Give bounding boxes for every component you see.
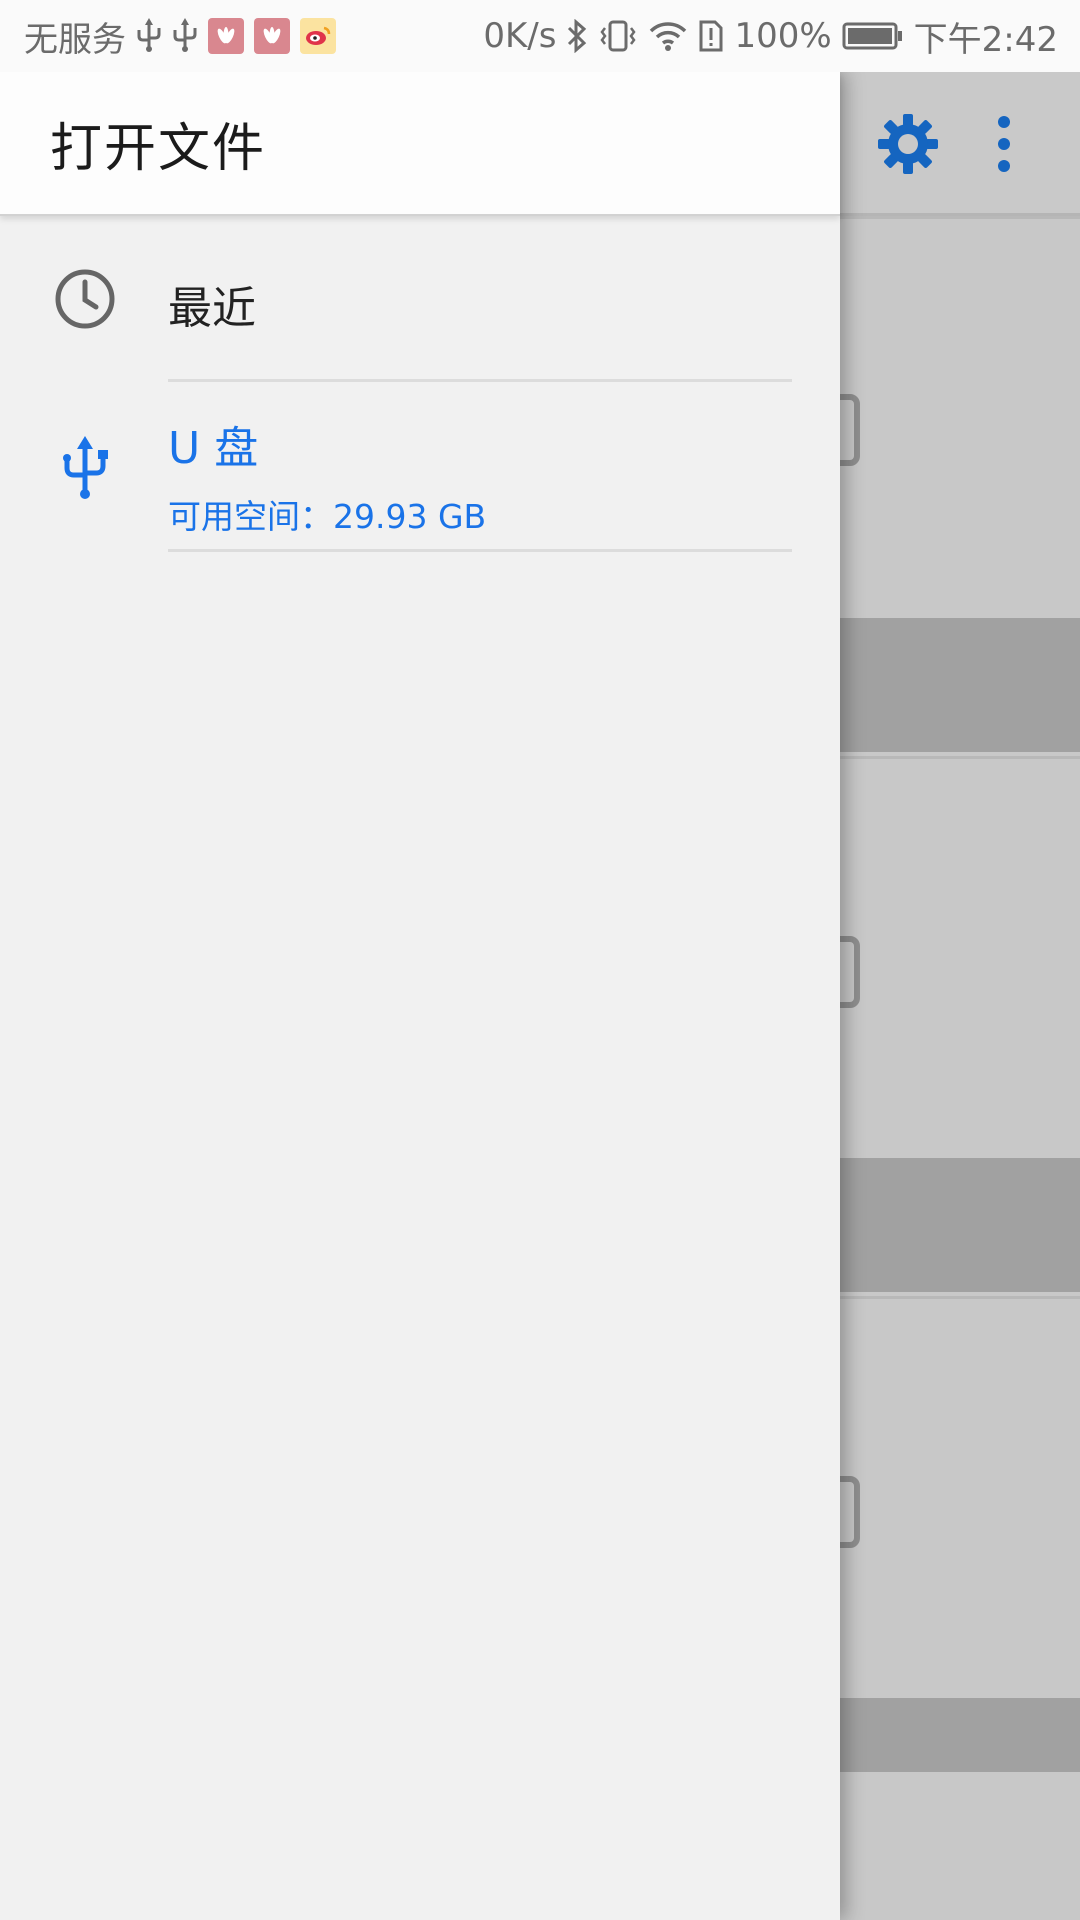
status-right: 0K/s 100% 下午2:42 [483, 12, 1058, 61]
huawei-app-icon [254, 18, 290, 54]
roots-drawer: 打开文件 最近 U 盘 可用空间：29.93 GB [0, 72, 840, 1920]
drawer-header: 打开文件 [0, 72, 840, 216]
sim-alert-icon [698, 19, 724, 53]
status-left: 无服务 [24, 12, 336, 61]
wifi-icon [648, 20, 688, 52]
clock-text: 下午2:42 [913, 19, 1058, 60]
usb-icon [136, 18, 162, 54]
bluetooth-icon [566, 19, 588, 53]
root-item-recent[interactable]: 最近 [0, 216, 840, 382]
vibrate-icon [598, 19, 638, 53]
root-summary-free-space: 可用空间：29.93 GB [168, 497, 487, 536]
settings-gear-icon[interactable] [876, 112, 940, 176]
status-bar: 无服务 0K/s 100% 下午2:42 [0, 0, 1080, 72]
usb-icon [50, 434, 120, 504]
drawer-title: 打开文件 [50, 118, 267, 179]
clock-icon [50, 264, 120, 334]
battery-percent-text: 100% [734, 16, 832, 56]
huawei-app-icon [208, 18, 244, 54]
net-speed-text: 0K/s [483, 16, 557, 56]
usb-icon [172, 18, 198, 54]
carrier-text: 无服务 [24, 19, 126, 60]
weibo-icon [300, 18, 336, 54]
divider [168, 549, 792, 552]
root-label-recent: 最近 [168, 283, 256, 334]
root-item-usb-drive[interactable]: U 盘 可用空间：29.93 GB [0, 382, 840, 552]
more-options-icon[interactable] [972, 112, 1036, 176]
battery-icon [842, 21, 904, 51]
root-label-usb-drive: U 盘 [168, 423, 259, 474]
